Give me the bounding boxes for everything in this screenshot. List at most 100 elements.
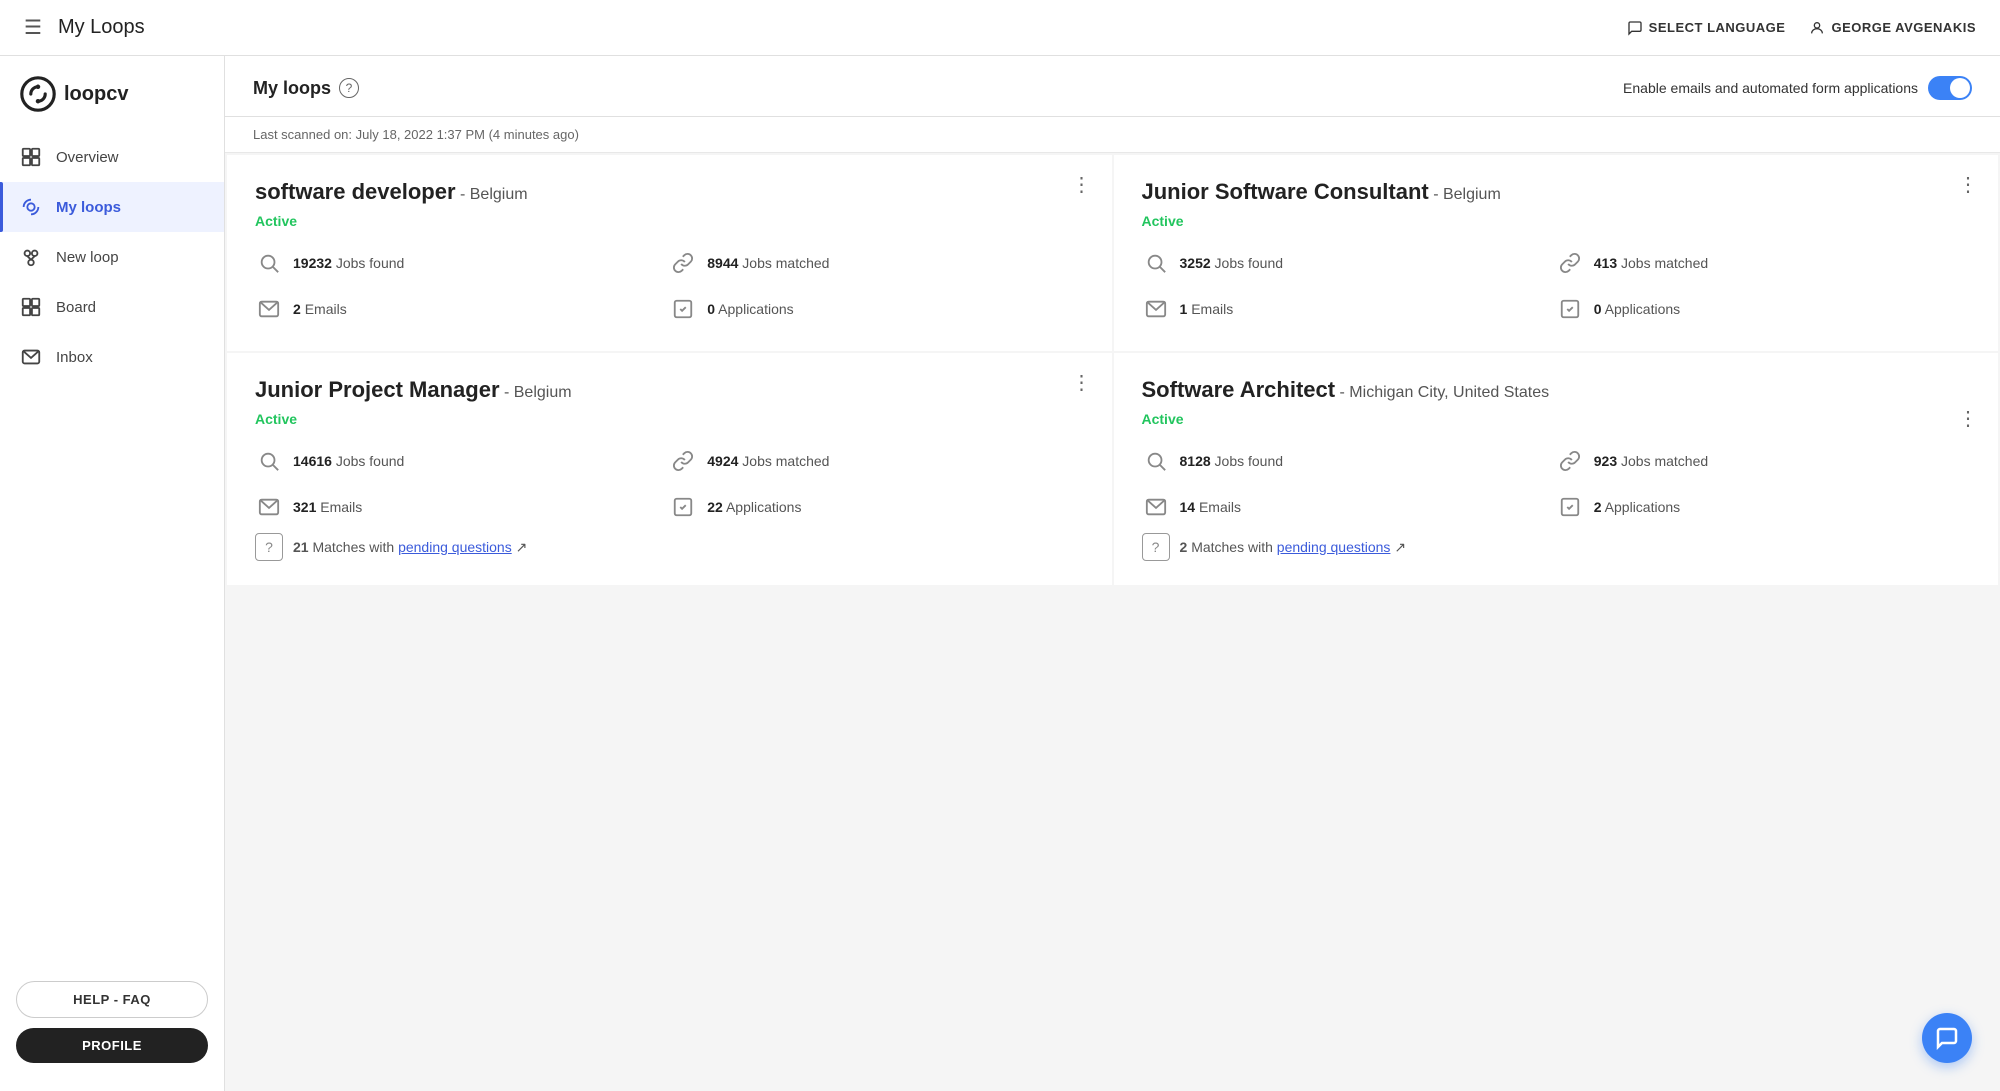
card-3-title: Junior Project Manager - Belgium (255, 377, 1084, 403)
card-4-menu-button[interactable]: ⋮ (1958, 409, 1978, 429)
toggle-area: Enable emails and automated form applica… (1623, 76, 1972, 100)
card-3-status: Active (255, 411, 1084, 427)
sidebar-item-new-loop-label: New loop (56, 249, 119, 266)
sidebar-item-board[interactable]: Board (0, 282, 224, 332)
sidebar: loopcv Overview My loops New loop (0, 56, 225, 1091)
card-3-emails: 321 Emails (255, 489, 669, 525)
topbar-page-title: My Loops (58, 16, 145, 39)
card-1-emails: 2 Emails (255, 291, 669, 327)
question-icon: ? (1142, 533, 1170, 561)
sidebar-item-inbox[interactable]: Inbox (0, 332, 224, 382)
card-2-status: Active (1142, 213, 1971, 229)
search-icon (1142, 249, 1170, 277)
sidebar-item-inbox-label: Inbox (56, 349, 93, 366)
sidebar-item-my-loops-label: My loops (56, 199, 121, 216)
inbox-icon (20, 346, 42, 368)
layout: loopcv Overview My loops New loop (0, 56, 2000, 1091)
link-icon (1556, 447, 1584, 475)
email-icon (255, 493, 283, 521)
card-4-stats: 8128 Jobs found 923 Jobs matched 14 Emai… (1142, 443, 1971, 525)
main-content: My loops ? Enable emails and automated f… (225, 56, 2000, 1091)
topbar: ☰ My Loops SELECT LANGUAGE GEORGE AVGENA… (0, 0, 2000, 56)
card-3-stats: 14616 Jobs found 4924 Jobs matched 321 E… (255, 443, 1084, 525)
select-language-button[interactable]: SELECT LANGUAGE (1627, 20, 1786, 36)
user-icon (1809, 20, 1825, 36)
loop-card-1: ⋮ software developer - Belgium Active 19… (227, 155, 1112, 351)
card-3-jobs-found: 14616 Jobs found (255, 443, 669, 479)
apply-icon (1556, 295, 1584, 323)
search-icon (255, 447, 283, 475)
card-3-jobs-matched: 4924 Jobs matched (669, 443, 1083, 479)
card-3-pending: ? 21 Matches with pending questions ↗ (255, 533, 1084, 561)
card-2-jobs-matched: 413 Jobs matched (1556, 245, 1970, 281)
apply-icon (669, 493, 697, 521)
card-1-menu-button[interactable]: ⋮ (1072, 175, 1092, 195)
card-4-title: Software Architect - Michigan City, Unit… (1142, 377, 1943, 403)
menu-icon[interactable]: ☰ (24, 15, 42, 40)
card-3-applications: 22 Applications (669, 489, 1083, 525)
card-2-title: Junior Software Consultant - Belgium (1142, 179, 1971, 205)
question-icon: ? (255, 533, 283, 561)
apply-icon (1556, 493, 1584, 521)
card-1-status: Active (255, 213, 1084, 229)
profile-button[interactable]: PROFILE (16, 1028, 208, 1063)
chat-icon (1627, 20, 1643, 36)
sidebar-item-overview-label: Overview (56, 149, 119, 166)
card-4-emails: 14 Emails (1142, 489, 1556, 525)
card-4-status: Active (1142, 411, 1971, 427)
sidebar-item-board-label: Board (56, 299, 96, 316)
loops-grid: ⋮ software developer - Belgium Active 19… (225, 153, 2000, 587)
enable-toggle[interactable] (1928, 76, 1972, 100)
card-4-jobs-matched: 923 Jobs matched (1556, 443, 1970, 479)
help-faq-button[interactable]: HELP - FAQ (16, 981, 208, 1018)
sidebar-item-overview[interactable]: Overview (0, 132, 224, 182)
sidebar-item-my-loops[interactable]: My loops (0, 182, 224, 232)
toggle-label: Enable emails and automated form applica… (1623, 80, 1918, 96)
my-loops-icon (20, 196, 42, 218)
link-icon (669, 249, 697, 277)
loop-card-3: ⋮ Junior Project Manager - Belgium Activ… (227, 353, 1112, 585)
card-2-emails: 1 Emails (1142, 291, 1556, 327)
search-icon (255, 249, 283, 277)
topbar-left: ☰ My Loops (24, 15, 145, 40)
sidebar-item-new-loop[interactable]: New loop (0, 232, 224, 282)
user-menu-button[interactable]: GEORGE AVGENAKIS (1809, 20, 1976, 36)
card-2-jobs-found: 3252 Jobs found (1142, 245, 1556, 281)
email-icon (1142, 295, 1170, 323)
card-3-menu-button[interactable]: ⋮ (1072, 373, 1092, 393)
card-2-applications: 0 Applications (1556, 291, 1970, 327)
last-scanned-bar: Last scanned on: July 18, 2022 1:37 PM (… (225, 117, 2000, 153)
email-icon (255, 295, 283, 323)
select-language-label: SELECT LANGUAGE (1649, 20, 1786, 35)
topbar-right: SELECT LANGUAGE GEORGE AVGENAKIS (1627, 20, 1976, 36)
new-loop-icon (20, 246, 42, 268)
logo-area: loopcv (0, 68, 224, 132)
card-4-applications: 2 Applications (1556, 489, 1970, 525)
sidebar-bottom: HELP - FAQ PROFILE (0, 965, 224, 1079)
last-scanned-text: Last scanned on: July 18, 2022 1:37 PM (… (253, 127, 579, 142)
loop-card-4: Software Architect - Michigan City, Unit… (1114, 353, 1999, 585)
pending-questions-link-4[interactable]: pending questions (1277, 539, 1391, 555)
card-1-stats: 19232 Jobs found 8944 Jobs matched 2 Ema… (255, 245, 1084, 327)
link-icon (669, 447, 697, 475)
content-header-left: My loops ? (253, 78, 359, 99)
user-name-label: GEORGE AVGENAKIS (1831, 20, 1976, 35)
apply-icon (669, 295, 697, 323)
logo-icon (20, 76, 56, 112)
pending-questions-link[interactable]: pending questions (398, 539, 512, 555)
card-2-menu-button[interactable]: ⋮ (1958, 175, 1978, 195)
chat-support-button[interactable] (1922, 1013, 1972, 1063)
logo-text: loopcv (64, 83, 128, 106)
card-2-stats: 3252 Jobs found 413 Jobs matched 1 Email… (1142, 245, 1971, 327)
content-header: My loops ? Enable emails and automated f… (225, 56, 2000, 117)
overview-icon (20, 146, 42, 168)
search-icon (1142, 447, 1170, 475)
link-icon (1556, 249, 1584, 277)
loop-card-2: ⋮ Junior Software Consultant - Belgium A… (1114, 155, 1999, 351)
content-title: My loops (253, 78, 331, 99)
card-1-jobs-found: 19232 Jobs found (255, 245, 669, 281)
help-circle-icon[interactable]: ? (339, 78, 359, 98)
email-icon (1142, 493, 1170, 521)
card-1-title: software developer - Belgium (255, 179, 1084, 205)
card-4-pending: ? 2 Matches with pending questions ↗ (1142, 533, 1971, 561)
